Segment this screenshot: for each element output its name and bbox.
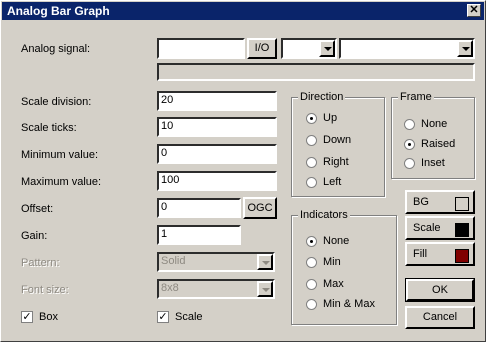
pattern-dropdown: Solid xyxy=(157,252,275,272)
ogc-button[interactable]: OGC xyxy=(243,197,277,219)
radio-icon[interactable] xyxy=(404,118,415,130)
indicators-option-none[interactable]: None xyxy=(306,235,349,247)
close-icon[interactable]: ✕ xyxy=(467,4,481,17)
frame-group: Frame None Raised Inset xyxy=(391,91,475,179)
radio-icon[interactable] xyxy=(306,134,317,146)
scale-color-swatch xyxy=(455,223,469,237)
indicators-option-label: Min xyxy=(323,256,341,268)
scale-division-input[interactable]: 20 xyxy=(157,91,277,111)
ok-button[interactable]: OK xyxy=(405,278,475,302)
direction-option-label: Down xyxy=(323,134,352,146)
radio-icon[interactable] xyxy=(306,256,317,268)
fill-color-swatch xyxy=(455,249,469,263)
indicators-option-label: None xyxy=(323,235,350,247)
analog-signal-label: Analog signal: xyxy=(21,43,91,55)
checkbox-icon[interactable]: ✓ xyxy=(21,311,33,324)
box-checkbox-label: Box xyxy=(39,311,58,323)
radio-selected-icon[interactable] xyxy=(404,138,415,150)
minimum-value-label: Minimum value: xyxy=(21,149,99,161)
bg-color-label: BG xyxy=(413,196,429,208)
checkbox-icon[interactable]: ✓ xyxy=(157,311,169,324)
direction-option-label: Up xyxy=(323,112,338,124)
direction-option-label: Right xyxy=(323,156,349,168)
indicators-option-label: Max xyxy=(323,278,344,290)
indicators-option-max[interactable]: Max xyxy=(306,278,344,290)
gain-label: Gain: xyxy=(21,230,48,242)
scale-checkbox-label: Scale xyxy=(175,311,203,323)
chevron-down-icon xyxy=(257,281,273,297)
box-checkbox[interactable]: ✓ Box xyxy=(21,311,58,324)
radio-selected-icon[interactable] xyxy=(306,235,317,247)
maximum-value-input[interactable]: 100 xyxy=(157,171,277,191)
pattern-label: Pattern: xyxy=(21,257,60,269)
minimum-value-input[interactable]: 0 xyxy=(157,144,277,164)
offset-label: Offset: xyxy=(21,203,54,215)
scale-color-label: Scale xyxy=(413,222,441,234)
bg-color-swatch xyxy=(455,197,469,211)
scale-color-button[interactable]: Scale xyxy=(405,216,475,240)
chevron-down-icon[interactable] xyxy=(457,40,473,57)
radio-icon[interactable] xyxy=(306,278,317,290)
signal-type-dropdown[interactable] xyxy=(281,38,337,59)
dialog-window: Analog Bar Graph ✕ Analog signal: I/O Sc… xyxy=(0,0,486,342)
fill-color-button[interactable]: Fill xyxy=(405,242,475,266)
maximum-value-label: Maximum value: xyxy=(21,176,102,188)
signal-display-bar xyxy=(157,63,475,81)
direction-option-label: Left xyxy=(323,176,342,188)
gain-input[interactable]: 1 xyxy=(157,225,241,245)
radio-icon[interactable] xyxy=(404,157,415,169)
cancel-button[interactable]: Cancel xyxy=(405,306,475,329)
offset-input[interactable]: 0 xyxy=(157,198,241,218)
direction-option-left[interactable]: Left xyxy=(306,176,341,188)
title-bar: Analog Bar Graph ✕ xyxy=(2,2,484,20)
indicators-option-min-max[interactable]: Min & Max xyxy=(306,298,375,310)
frame-option-raised[interactable]: Raised xyxy=(404,138,455,150)
direction-title: Direction xyxy=(298,91,346,103)
frame-option-none[interactable]: None xyxy=(404,118,447,130)
direction-option-down[interactable]: Down xyxy=(306,134,351,146)
frame-option-inset[interactable]: Inset xyxy=(404,157,445,169)
direction-option-up[interactable]: Up xyxy=(306,112,337,124)
chevron-down-icon[interactable] xyxy=(319,40,335,57)
frame-option-label: Raised xyxy=(421,138,456,150)
window-title: Analog Bar Graph xyxy=(7,4,110,18)
direction-option-right[interactable]: Right xyxy=(306,156,349,168)
indicators-option-label: Min & Max xyxy=(323,298,375,310)
font-size-value: 8x8 xyxy=(161,282,179,294)
indicators-title: Indicators xyxy=(298,209,350,221)
radio-icon[interactable] xyxy=(306,298,317,310)
radio-selected-icon[interactable] xyxy=(306,112,317,124)
fill-color-label: Fill xyxy=(413,248,428,260)
indicators-option-min[interactable]: Min xyxy=(306,256,341,268)
indicators-group: Indicators None Min Max Min & Max xyxy=(291,209,397,325)
frame-option-label: None xyxy=(421,118,448,130)
analog-signal-input[interactable] xyxy=(157,38,245,59)
io-button[interactable]: I/O xyxy=(247,38,277,59)
radio-icon[interactable] xyxy=(306,156,317,168)
radio-icon[interactable] xyxy=(306,176,317,188)
font-size-dropdown: 8x8 xyxy=(157,279,275,299)
frame-title: Frame xyxy=(398,91,434,103)
scale-division-label: Scale division: xyxy=(21,96,92,108)
frame-option-label: Inset xyxy=(421,157,445,169)
scale-ticks-input[interactable]: 10 xyxy=(157,117,277,137)
scale-checkbox[interactable]: ✓ Scale xyxy=(157,311,203,324)
font-size-label: Font size: xyxy=(21,284,69,296)
bg-color-button[interactable]: BG xyxy=(405,190,475,214)
signal-name-dropdown[interactable] xyxy=(339,38,475,59)
chevron-down-icon xyxy=(257,254,273,270)
direction-group: Direction Up Down Right Left xyxy=(291,91,385,197)
pattern-value: Solid xyxy=(161,255,186,267)
scale-ticks-label: Scale ticks: xyxy=(21,122,77,134)
